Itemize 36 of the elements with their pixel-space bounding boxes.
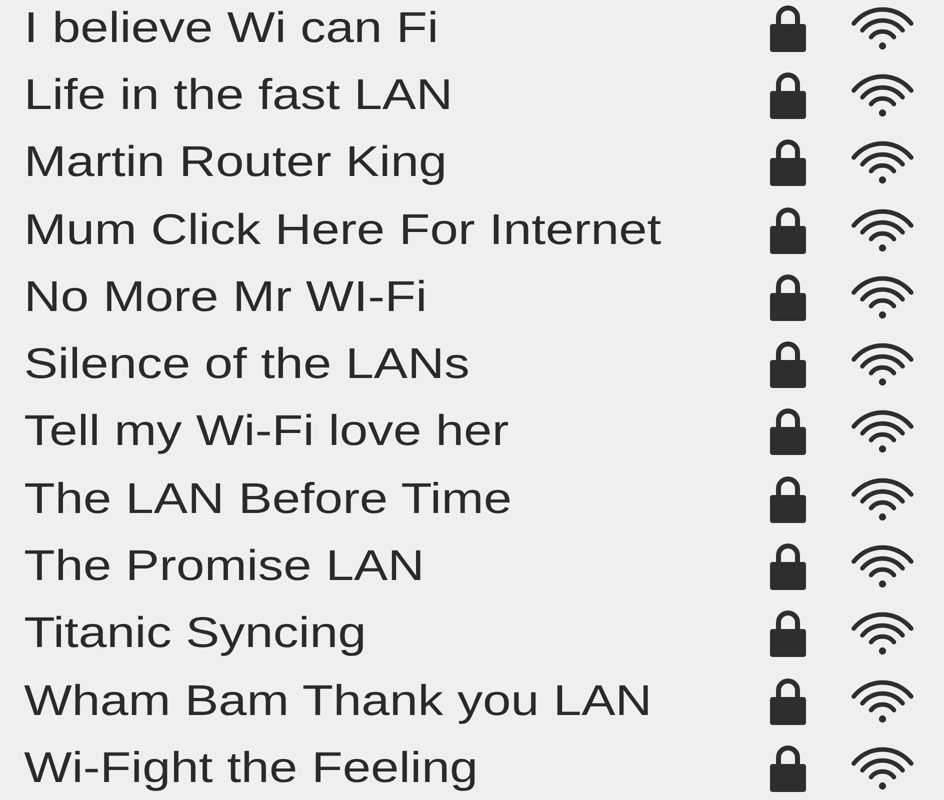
lock-icon bbox=[770, 676, 806, 725]
network-name: Life in the fast LAN bbox=[24, 70, 453, 119]
lock-icon bbox=[770, 474, 806, 523]
network-name: Titanic Syncing bbox=[24, 609, 366, 658]
lock-icon bbox=[770, 542, 806, 590]
wifi-icon bbox=[850, 678, 915, 724]
network-name: The Promise LAN bbox=[24, 542, 424, 590]
wifi-icon bbox=[850, 610, 915, 656]
lock-icon bbox=[770, 744, 806, 792]
lock-icon bbox=[770, 272, 806, 321]
wifi-icon bbox=[850, 4, 915, 51]
network-name: Martin Router King bbox=[24, 138, 448, 186]
network-name: The LAN Before Time bbox=[24, 474, 512, 523]
wifi-icon bbox=[850, 744, 915, 791]
lock-icon bbox=[770, 138, 806, 186]
network-name: I believe Wi can Fi bbox=[24, 4, 439, 52]
network-name: Silence of the LANs bbox=[24, 340, 470, 388]
lock-icon bbox=[770, 407, 806, 456]
lock-icon bbox=[770, 70, 806, 119]
wifi-icon bbox=[850, 476, 915, 522]
wifi-icon bbox=[850, 408, 915, 454]
network-name: Tell my Wi-Fi love her bbox=[24, 407, 509, 456]
network-name: Mum Click Here For Internet bbox=[24, 206, 662, 254]
lock-icon bbox=[770, 340, 806, 388]
network-name: Wi-Fight the Feeling bbox=[24, 744, 478, 792]
lock-icon bbox=[770, 206, 806, 254]
wifi-icon bbox=[850, 139, 915, 186]
lock-icon bbox=[770, 609, 806, 658]
wifi-icon bbox=[850, 72, 915, 118]
network-name: Wham Bam Thank you LAN bbox=[24, 676, 652, 725]
network-name: No More Mr WI-Fi bbox=[24, 272, 428, 321]
wifi-icon bbox=[850, 206, 915, 253]
wifi-icon bbox=[850, 341, 915, 388]
lock-icon bbox=[770, 4, 806, 52]
wifi-icon bbox=[850, 274, 915, 320]
wifi-icon bbox=[850, 543, 915, 590]
